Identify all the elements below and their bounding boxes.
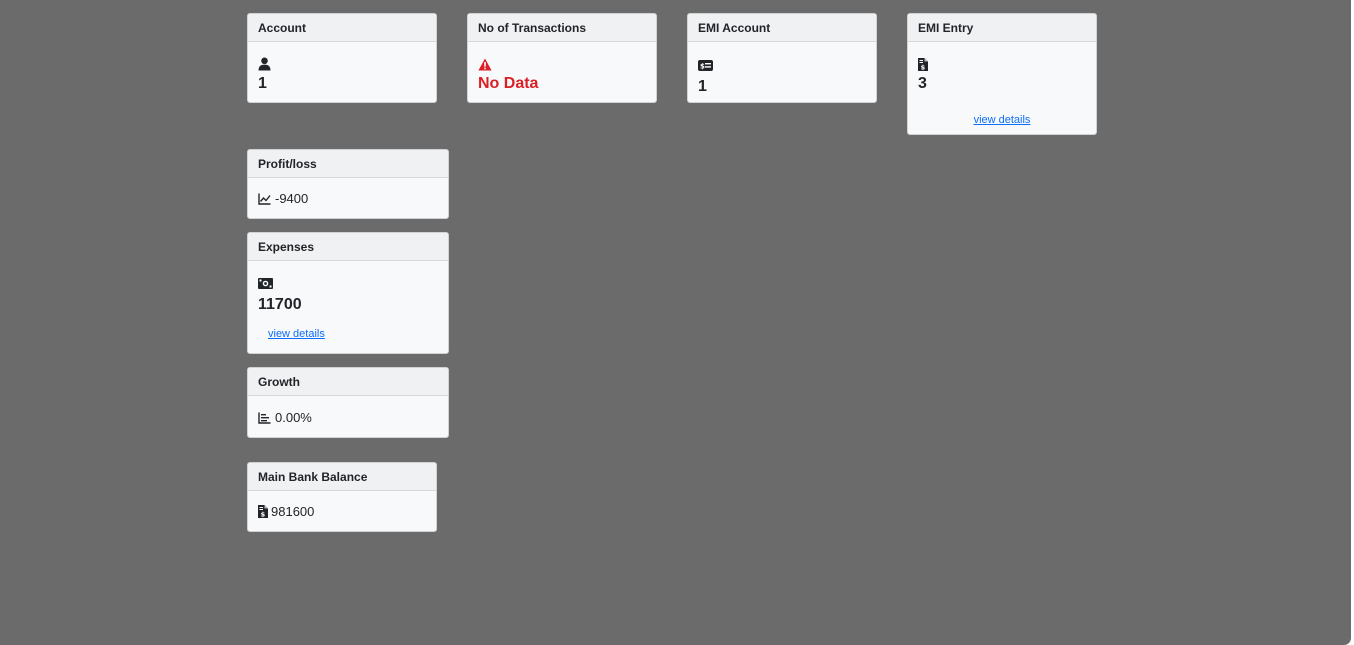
emi-account-card: EMI Account $ 1 — [687, 13, 877, 103]
account-card: Account 1 — [247, 13, 437, 103]
svg-text:$: $ — [921, 64, 926, 72]
card-title: EMI Account — [688, 14, 876, 42]
receipt-icon: $ — [258, 505, 268, 518]
emi-entry-count: 3 — [918, 75, 927, 92]
emi-account-count: 1 — [698, 78, 707, 95]
line-chart-icon — [258, 193, 271, 205]
expenses-view-details-link[interactable]: view details — [268, 328, 325, 340]
card-title: Growth — [248, 368, 448, 396]
expenses-value: 11700 — [258, 296, 302, 313]
cash-icon — [258, 278, 273, 290]
bar-chart-icon — [258, 412, 271, 424]
warning-icon — [478, 58, 492, 71]
emi-entry-view-details-link[interactable]: view details — [974, 114, 1031, 126]
bank-balance-card: Main Bank Balance $ 981600 — [247, 462, 437, 532]
profit-loss-value: -9400 — [275, 191, 309, 206]
user-icon — [258, 57, 271, 71]
growth-value: 0.00% — [275, 410, 312, 425]
card-title: No of Transactions — [468, 14, 656, 42]
transactions-value: No Data — [478, 75, 539, 92]
money-card-icon: $ — [698, 60, 713, 72]
profit-loss-card: Profit/loss -9400 — [247, 149, 449, 219]
bank-balance-value: 981600 — [271, 504, 315, 519]
invoice-icon: $ — [918, 58, 928, 72]
growth-card: Growth 0.00% — [247, 367, 449, 438]
card-title: Account — [248, 14, 436, 42]
card-title: Profit/loss — [248, 150, 448, 178]
transactions-card: No of Transactions No Data — [467, 13, 657, 103]
expenses-card: Expenses 11700 view details — [247, 232, 449, 354]
dashboard-background: Account 1 No of Transactions No Data EMI… — [0, 0, 1351, 645]
account-count: 1 — [258, 75, 267, 92]
svg-text:$: $ — [700, 63, 705, 71]
emi-entry-card: EMI Entry $ 3 view details — [907, 13, 1097, 135]
card-title: Expenses — [248, 233, 448, 261]
card-title: Main Bank Balance — [248, 463, 436, 491]
svg-text:$: $ — [261, 511, 266, 519]
card-title: EMI Entry — [908, 14, 1096, 42]
